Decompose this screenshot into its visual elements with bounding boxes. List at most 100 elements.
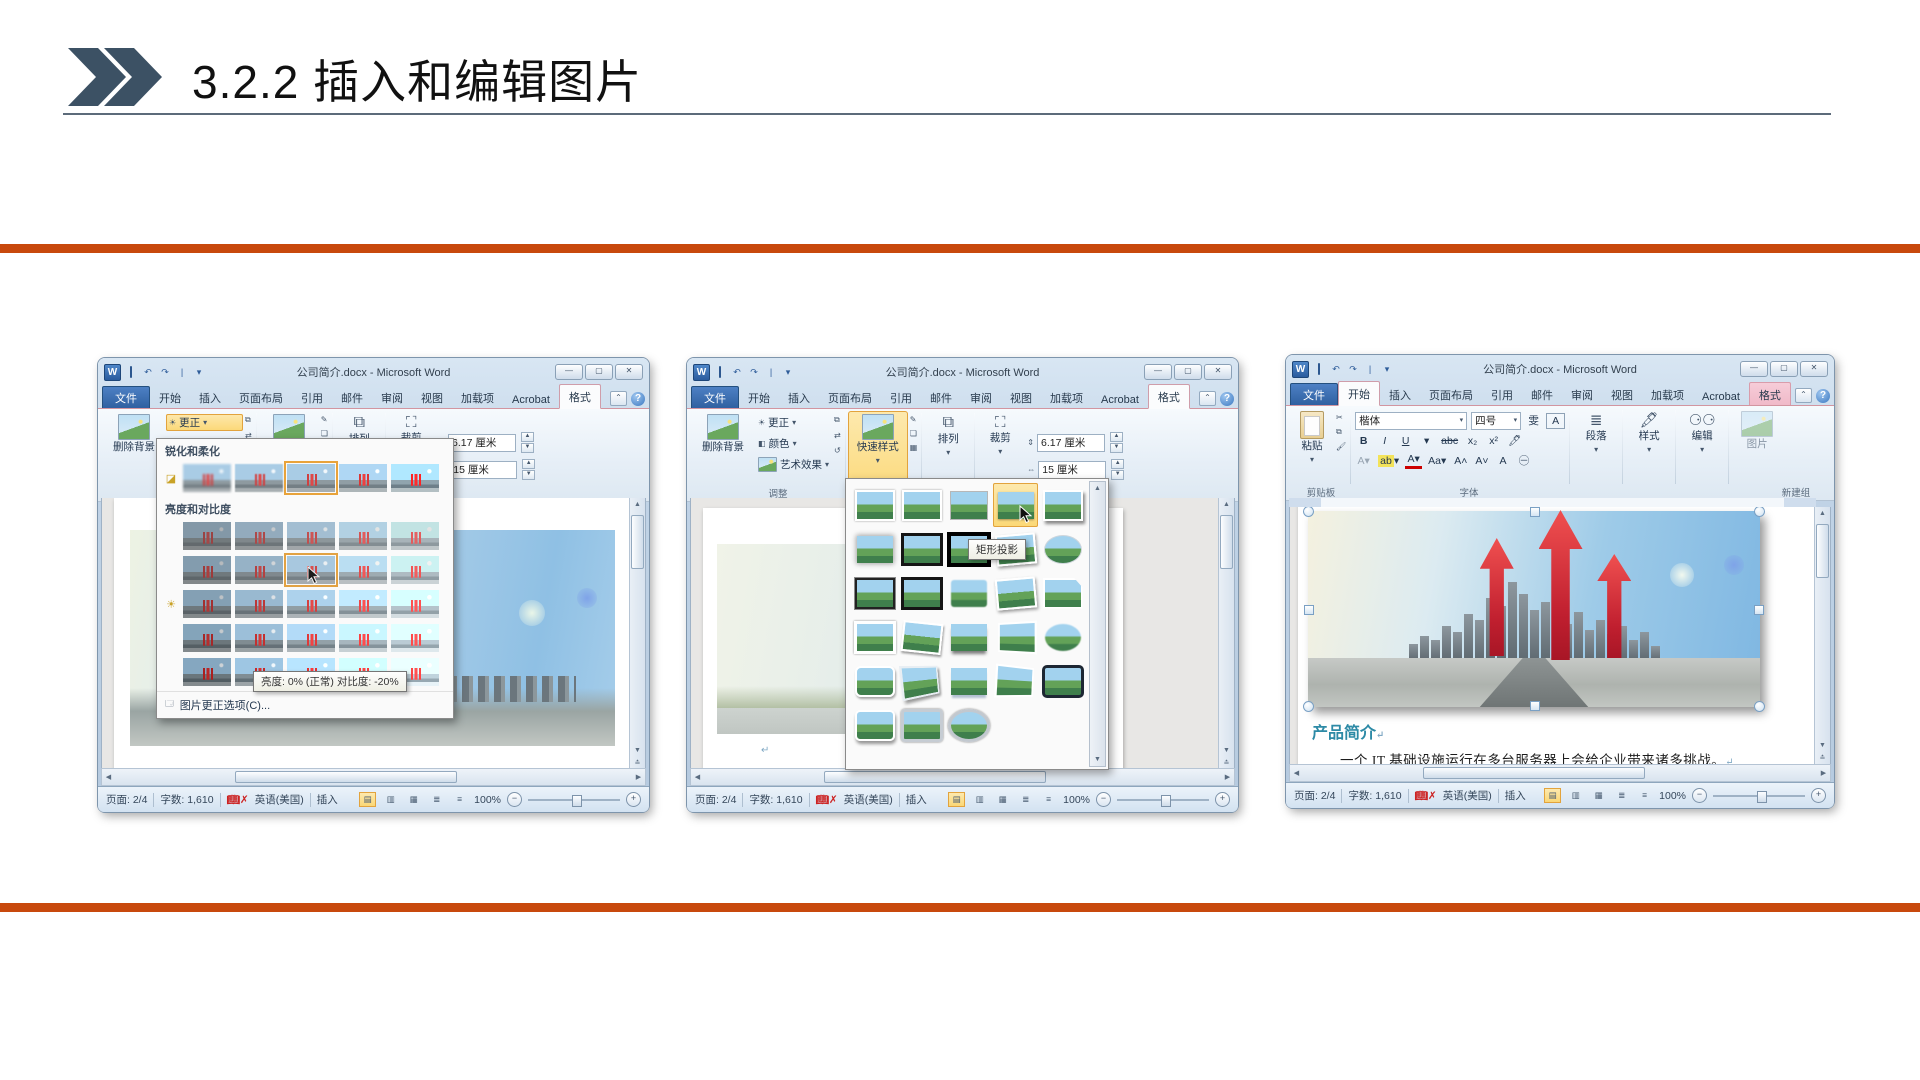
spellcheck-icon[interactable]: 📖︎✗ (816, 793, 838, 806)
picture-style-black-thin-frame[interactable] (852, 571, 897, 615)
scrollbar-thumb[interactable] (631, 515, 644, 569)
picture-style-tilted-left[interactable] (899, 615, 944, 659)
status-word-count[interactable]: 字数: 1,610 (749, 792, 802, 807)
resize-handle-e[interactable] (1754, 605, 1764, 615)
tab-file-0[interactable]: 文件 (691, 386, 739, 409)
picture-style-rounded[interactable] (852, 659, 897, 703)
tab-ribbon-3[interactable]: 页面布局 (819, 386, 881, 409)
shape-height-input[interactable]: 6.17 厘米 (448, 434, 516, 452)
scrollbar-thumb[interactable] (1220, 515, 1233, 569)
tab-ribbon-2[interactable]: 插入 (779, 386, 819, 409)
status-page[interactable]: 页面: 2/4 (106, 792, 147, 807)
minimize-button[interactable]: — (1144, 364, 1172, 380)
horizontal-scrollbar[interactable]: ◀ ▶ (690, 768, 1235, 786)
width-spinner[interactable]: ▲▼ (522, 459, 535, 480)
picture-style-simple-frame[interactable] (899, 483, 944, 527)
format-painter-icon[interactable]: 🖌︎ (1336, 442, 1346, 451)
help-icon[interactable]: ? (1816, 389, 1830, 403)
status-word-count[interactable]: 字数: 1,610 (1348, 788, 1401, 803)
shape-height-input[interactable]: 6.17 厘米 (1037, 434, 1105, 452)
picture-style-simple-frame[interactable] (852, 483, 897, 527)
spellcheck-icon[interactable]: 📖︎✗ (227, 793, 249, 806)
zoom-out-button[interactable]: − (1692, 788, 1707, 803)
picture-style-plain-selected[interactable] (993, 483, 1038, 527)
picture-style-bottom-shadow[interactable] (946, 615, 991, 659)
brightness-contrast-thumb[interactable] (235, 624, 283, 652)
sharpen-thumb[interactable] (391, 464, 439, 492)
artistic-effects-button[interactable]: 艺术效果▾ (755, 456, 832, 473)
brightness-contrast-thumb[interactable] (183, 590, 231, 618)
sharpen-thumb[interactable] (235, 464, 283, 492)
scrollbar-thumb[interactable] (1816, 524, 1829, 578)
gallery-scroll-down-icon[interactable]: ▼ (1091, 753, 1104, 766)
brightness-contrast-thumb[interactable] (287, 556, 335, 584)
status-page[interactable]: 页面: 2/4 (1294, 788, 1335, 803)
hscrollbar-thumb[interactable] (235, 771, 457, 783)
gallery-scrollbar[interactable]: ▲ ▼ (1089, 481, 1106, 767)
close-button[interactable]: ✕ (1204, 364, 1232, 380)
zoom-slider-thumb[interactable] (1161, 795, 1171, 807)
picture-layout-icon[interactable]: ▦ (910, 443, 918, 452)
tab-ribbon-1[interactable]: 开始 (150, 386, 190, 409)
tab-ribbon-10[interactable]: 格式 (559, 384, 601, 409)
picture-style-white-frame[interactable] (852, 615, 897, 659)
zoom-level[interactable]: 100% (1659, 790, 1686, 802)
status-language[interactable]: 英语(美国) (255, 792, 304, 807)
tab-ribbon-5[interactable]: 邮件 (332, 386, 372, 409)
tab-ribbon-2[interactable]: 插入 (1380, 383, 1420, 406)
horizontal-scrollbar[interactable]: ◀ ▶ (101, 768, 646, 786)
close-button[interactable]: ✕ (1800, 361, 1828, 377)
shape-width-input[interactable]: 15 厘米 (1038, 461, 1106, 479)
character-border-button[interactable]: A (1546, 413, 1565, 429)
status-insert-mode[interactable]: 插入 (906, 792, 927, 807)
tab-ribbon-7[interactable]: 视图 (412, 386, 452, 409)
zoom-slider[interactable] (1117, 799, 1209, 801)
shrink-font-button[interactable]: A˅ (1473, 454, 1490, 468)
brightness-contrast-thumb[interactable] (339, 556, 387, 584)
font-color-button[interactable]: A▾ (1405, 452, 1422, 469)
picture-style-thin-frame[interactable] (946, 483, 991, 527)
strikethrough-button[interactable]: abc (1439, 434, 1460, 448)
resize-handle-se[interactable] (1754, 701, 1765, 712)
vertical-scrollbar[interactable]: ▲ ▼ ≛ (629, 498, 645, 770)
tab-ribbon-3[interactable]: 页面布局 (1420, 383, 1482, 406)
grow-font-button[interactable]: A˄ (1452, 454, 1469, 468)
font-name-select[interactable]: 楷体▾ (1355, 412, 1467, 430)
minimize-ribbon-icon[interactable]: ⌃ (1795, 388, 1812, 403)
picture-style-perspective-right[interactable] (993, 615, 1038, 659)
tab-ribbon-4[interactable]: 引用 (881, 386, 921, 409)
sharpen-thumb[interactable] (287, 464, 335, 492)
brightness-contrast-thumb[interactable] (235, 590, 283, 618)
print-layout-view-icon[interactable]: ▤ (1544, 788, 1561, 803)
bold-button[interactable]: B (1355, 434, 1372, 448)
zoom-out-button[interactable]: − (1096, 792, 1111, 807)
subscript-button[interactable]: x₂ (1464, 434, 1481, 448)
picture-effects-icon[interactable]: ❏ (910, 429, 918, 438)
word-window-document[interactable]: W ↶ ↷ | ▾ 公司简介.docx - Microsoft Word — ▢… (1286, 355, 1834, 808)
copy-icon[interactable]: ⧉ (1336, 427, 1346, 437)
maximize-button[interactable]: ▢ (585, 364, 613, 380)
cut-icon[interactable]: ✂ (1336, 413, 1346, 422)
picture-border-icon[interactable]: ✎ (910, 415, 918, 424)
zoom-level[interactable]: 100% (1063, 794, 1090, 806)
tab-ribbon-7[interactable]: 视图 (1001, 386, 1041, 409)
maximize-button[interactable]: ▢ (1770, 361, 1798, 377)
status-insert-mode[interactable]: 插入 (317, 792, 338, 807)
resize-handle-w[interactable] (1304, 605, 1314, 615)
tab-ribbon-9[interactable]: Acrobat (1092, 390, 1148, 409)
print-layout-view-icon[interactable]: ▤ (948, 792, 965, 807)
web-layout-view-icon[interactable]: ▦ (994, 792, 1011, 807)
superscript-button[interactable]: x² (1485, 434, 1502, 448)
picture-style-soft-edge[interactable] (946, 571, 991, 615)
resize-handle-nw[interactable] (1303, 507, 1314, 517)
highlight-color-button[interactable]: ab▾ (1376, 454, 1401, 468)
status-language[interactable]: 英语(美国) (1443, 788, 1492, 803)
brightness-contrast-thumb[interactable] (183, 556, 231, 584)
document-area[interactable]: 产品简介↵ 一个 IT 基础设施运行在多台服务器上会给企业带来诸多挑战。↵ 一个… (1289, 507, 1831, 766)
phonetic-button[interactable]: 🖊︎ (1506, 434, 1523, 448)
corrections-button[interactable]: ☀ 更正▾ (166, 414, 243, 431)
picture-style-3d-tilt[interactable] (899, 659, 944, 703)
zoom-level[interactable]: 100% (474, 794, 501, 806)
tab-ribbon-6[interactable]: 审阅 (961, 386, 1001, 409)
minimize-button[interactable]: — (1740, 361, 1768, 377)
